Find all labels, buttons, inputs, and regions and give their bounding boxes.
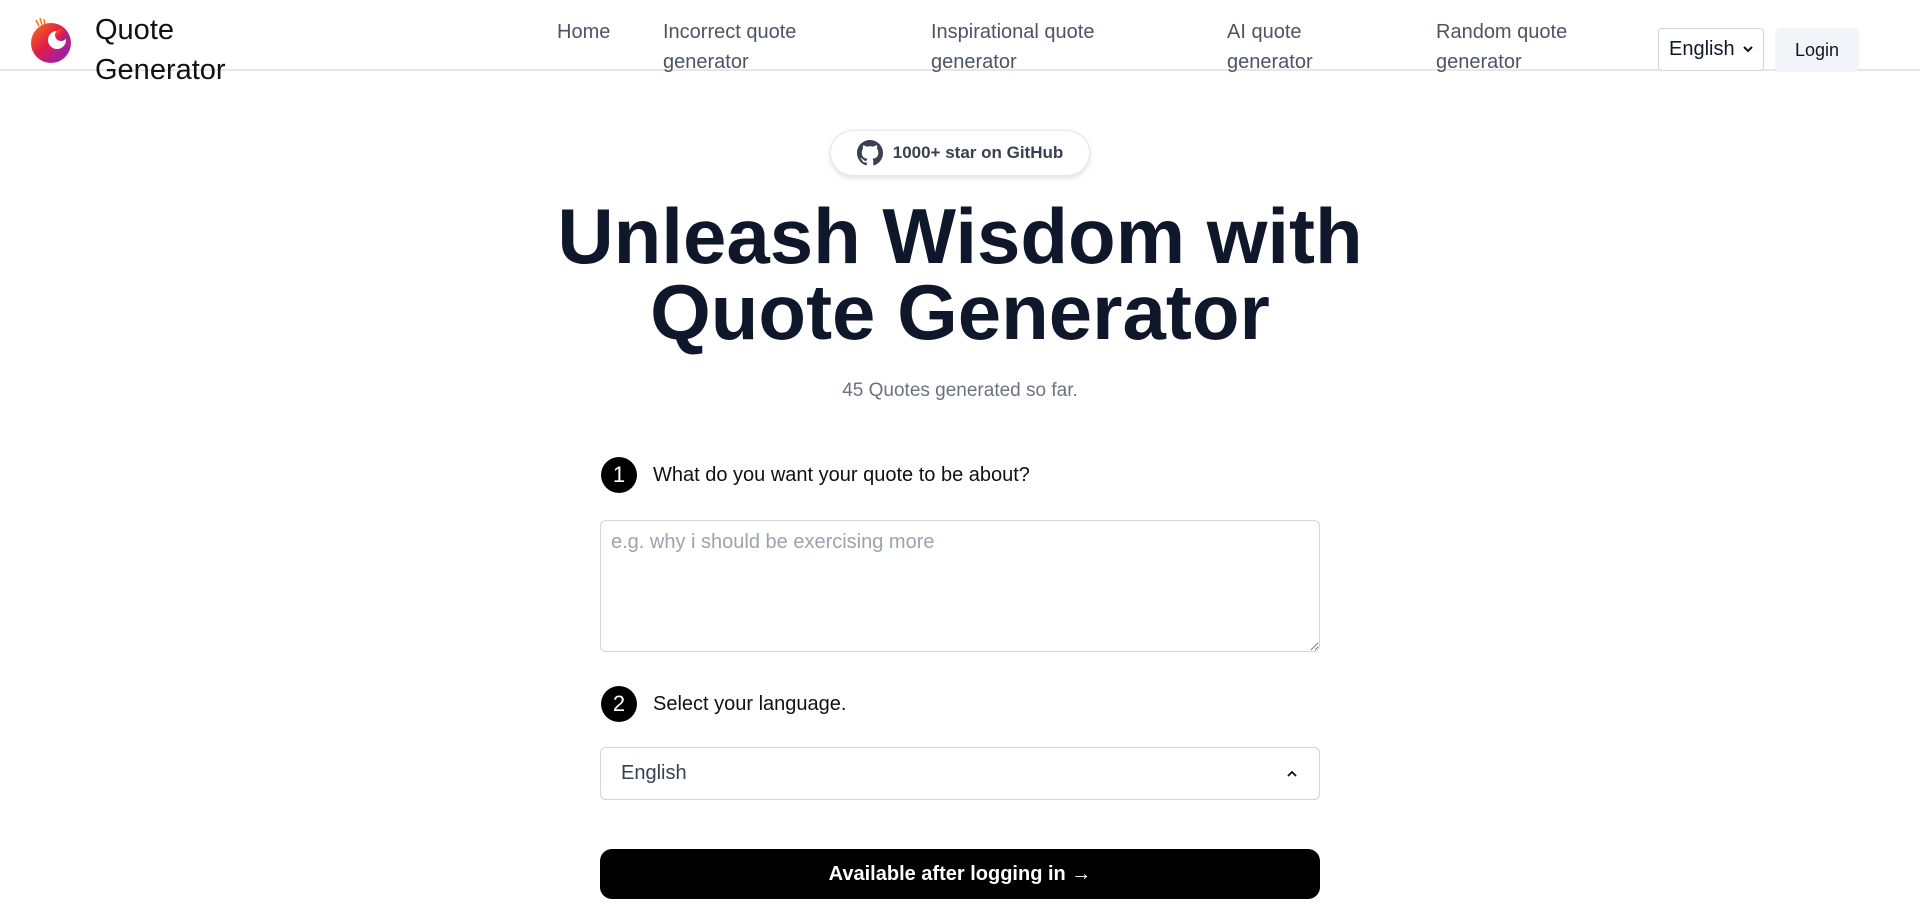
step-2: 2 Select your language. [601,686,846,722]
nav-inspirational-quote-generator[interactable]: Inspirational quote generator [931,17,1131,77]
quotes-generated-counter: 45 Quotes generated so far. [842,380,1078,401]
github-icon [856,140,883,166]
step-1-label: What do you want your quote to be about? [653,463,1030,486]
title-line-2: Quote Generator [650,268,1270,356]
quote-topic-input[interactable] [600,520,1320,652]
nav-incorrect-quote-generator[interactable]: Incorrect quote generator [663,17,838,77]
top-navigation: Quote Generator Home Incorrect quote gen… [0,0,1920,86]
phoenix-logo-icon[interactable] [28,16,74,64]
step-2-number: 2 [601,686,637,722]
nav-random-quote-generator[interactable]: Random quote generator [1436,17,1596,77]
step-2-label: Select your language. [653,692,847,715]
step-1: 1 What do you want your quote to be abou… [601,457,1030,493]
chevron-up-icon [1287,770,1297,777]
github-badge-label: 1000+ star on GitHub [892,143,1064,162]
github-stars-badge[interactable]: 1000+ star on GitHub [830,130,1090,176]
chevron-down-icon [1743,46,1753,53]
generate-quote-button[interactable]: Available after logging in → [600,849,1320,899]
header-language-value: English [1669,38,1735,60]
language-select-value: English [621,762,687,784]
title-line-1: Unleash Wisdom with [557,192,1363,280]
language-select[interactable]: English [600,747,1320,800]
brand-name[interactable]: Quote Generator [95,10,245,90]
header-language-select[interactable]: English [1658,28,1764,71]
nav-home[interactable]: Home [557,17,610,47]
step-1-number: 1 [601,457,637,493]
nav-ai-quote-generator[interactable]: AI quote generator [1227,17,1327,77]
login-button[interactable]: Login [1775,28,1859,72]
page-title: Unleash Wisdom with Quote Generator [0,197,1920,351]
